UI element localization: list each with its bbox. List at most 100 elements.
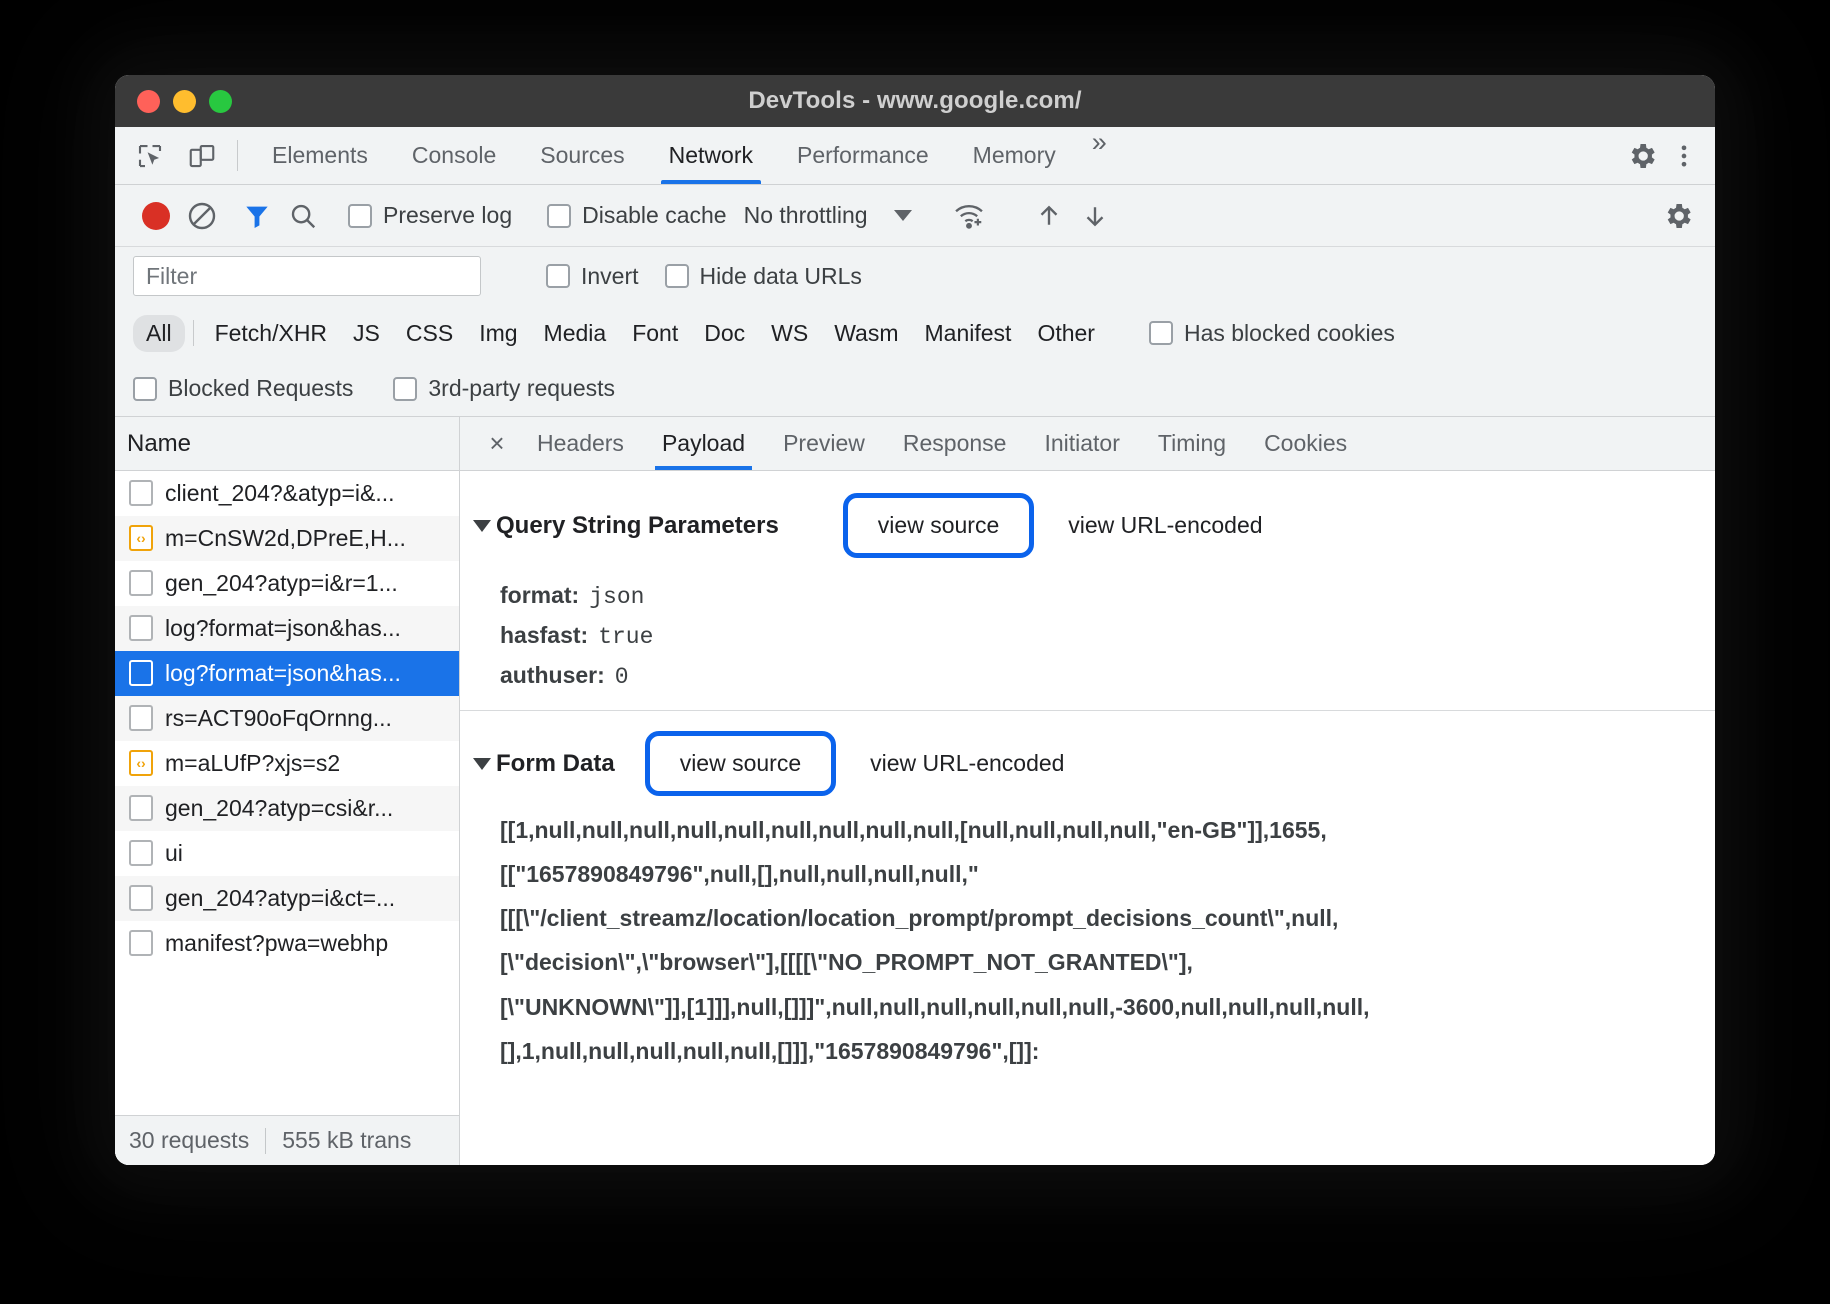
filter-button[interactable] [234,193,280,239]
request-name: rs=ACT90oFqOrnng... [165,705,392,732]
query-param-value: true [598,624,653,650]
kebab-menu-icon[interactable] [1667,139,1701,173]
form-data-line: [\"decision\",\"browser\"],[[[[\"NO_PROM… [500,940,1697,984]
query-view-source-highlight: view source [843,493,1034,558]
more-tabs-icon[interactable]: » [1078,127,1121,184]
form-view-source-link[interactable]: view source [672,746,809,780]
type-filter-all[interactable]: All [133,315,185,352]
table-row[interactable]: gen_204?atyp=i&r=1... [115,561,459,606]
query-param-row: authuser: 0 [460,656,1715,696]
detail-tabs: × Headers Payload Preview Response Initi… [460,417,1715,471]
window-title: DevTools - www.google.com/ [115,87,1715,115]
table-row[interactable]: manifest?pwa=webhp [115,921,459,966]
throttling-select[interactable]: No throttling [740,202,912,229]
type-filter-js[interactable]: JS [340,315,393,352]
generic-file-icon [129,660,153,686]
chevron-down-icon[interactable] [473,520,491,532]
tab-preview[interactable]: Preview [764,417,884,470]
filter-bar: Invert Hide data URLs [115,247,1715,305]
filter-input[interactable] [133,256,481,296]
disable-cache-box-icon [547,204,571,228]
payload-content: Query String Parameters view source view… [460,471,1715,1165]
form-data-line: [\"UNKNOWN\"]],[1]]],null,[]]]",null,nul… [500,985,1697,1029]
query-view-url-encoded-link[interactable]: view URL-encoded [1060,508,1270,543]
tab-console[interactable]: Console [390,127,518,184]
close-icon[interactable]: × [476,417,518,470]
query-string-title: Query String Parameters [496,512,779,540]
table-row[interactable]: client_204?&atyp=i&... [115,471,459,516]
table-row[interactable]: ‹› m=CnSW2d,DPreE,H... [115,516,459,561]
network-settings-gear-icon[interactable] [1655,193,1701,239]
clear-button[interactable] [179,193,225,239]
devtools-tabstrip: Elements Console Sources Network Perform… [115,127,1715,185]
table-row[interactable]: rs=ACT90oFqOrnng... [115,696,459,741]
devtools-window: DevTools - www.google.com/ [115,75,1715,1165]
table-row[interactable]: log?format=json&has... [115,606,459,651]
gear-icon[interactable] [1625,139,1659,173]
network-body: Name client_204?&atyp=i&... ‹› m=CnSW2d,… [115,417,1715,1165]
tab-cookies[interactable]: Cookies [1245,417,1366,470]
type-filter-img[interactable]: Img [466,315,530,352]
type-filter-ws[interactable]: WS [758,315,821,352]
type-filter-media[interactable]: Media [531,315,620,352]
request-list-header[interactable]: Name [115,417,459,471]
table-row-selected[interactable]: log?format=json&has... [115,651,459,696]
query-string-section-header: Query String Parameters view source view… [460,471,1715,576]
request-list[interactable]: client_204?&atyp=i&... ‹› m=CnSW2d,DPreE… [115,471,459,1115]
chevron-down-icon[interactable] [473,758,491,770]
type-filter-fetch-xhr[interactable]: Fetch/XHR [202,315,340,352]
invert-checkbox[interactable]: Invert [533,263,652,290]
request-detail-pane: × Headers Payload Preview Response Initi… [460,417,1715,1165]
has-blocked-cookies-checkbox[interactable]: Has blocked cookies [1136,320,1408,347]
type-filter-css[interactable]: CSS [393,315,466,352]
query-param-key: authuser: [500,662,605,689]
hide-data-urls-checkbox[interactable]: Hide data URLs [652,263,875,290]
tab-performance[interactable]: Performance [775,127,951,184]
blocked-requests-checkbox[interactable]: Blocked Requests [133,375,366,402]
tab-timing[interactable]: Timing [1139,417,1245,470]
third-party-requests-checkbox[interactable]: 3rd-party requests [380,375,628,402]
close-window-button[interactable] [137,90,160,113]
table-row[interactable]: gen_204?atyp=i&ct=... [115,876,459,921]
disable-cache-label: Disable cache [582,202,726,229]
form-view-url-encoded-link[interactable]: view URL-encoded [862,746,1072,781]
query-param-value: json [589,584,644,610]
import-har-icon[interactable] [1026,193,1072,239]
form-data-line: [["1657890849796",null,[],null,null,null… [500,852,1697,896]
inspect-element-icon[interactable] [133,139,167,173]
request-name: client_204?&atyp=i&... [165,480,395,507]
minimize-window-button[interactable] [173,90,196,113]
form-data-line: [[[\"/client_streamz/location/location_p… [500,896,1697,940]
tab-elements[interactable]: Elements [250,127,390,184]
maximize-window-button[interactable] [209,90,232,113]
tab-initiator[interactable]: Initiator [1025,417,1138,470]
table-row[interactable]: ui [115,831,459,876]
query-view-source-link[interactable]: view source [870,508,1007,542]
record-button[interactable] [133,193,179,239]
export-har-icon[interactable] [1072,193,1118,239]
disable-cache-checkbox[interactable]: Disable cache [534,202,739,229]
tab-memory-label: Memory [973,142,1056,169]
tab-sources[interactable]: Sources [518,127,646,184]
tab-network[interactable]: Network [647,127,775,184]
device-toolbar-icon[interactable] [185,139,219,173]
hide-data-urls-box-icon [665,264,689,288]
blocked-requests-box-icon [133,377,157,401]
type-filter-doc[interactable]: Doc [691,315,758,352]
tab-payload[interactable]: Payload [643,417,764,470]
type-filter-font[interactable]: Font [619,315,691,352]
table-row[interactable]: ‹› m=aLUfP?xjs=s2 [115,741,459,786]
type-filter-wasm[interactable]: Wasm [821,315,911,352]
preserve-log-box-icon [348,204,372,228]
table-row[interactable]: gen_204?atyp=csi&r... [115,786,459,831]
search-button[interactable] [280,193,326,239]
tab-headers[interactable]: Headers [518,417,643,470]
tab-memory[interactable]: Memory [951,127,1078,184]
network-conditions-icon[interactable] [946,193,992,239]
preserve-log-checkbox[interactable]: Preserve log [335,202,525,229]
blocked-filters-bar: Blocked Requests 3rd-party requests [115,361,1715,417]
tab-response[interactable]: Response [884,417,1026,470]
form-data-line: [[1,null,null,null,null,null,null,null,n… [500,808,1697,852]
type-filter-other[interactable]: Other [1024,315,1108,352]
type-filter-manifest[interactable]: Manifest [912,315,1025,352]
